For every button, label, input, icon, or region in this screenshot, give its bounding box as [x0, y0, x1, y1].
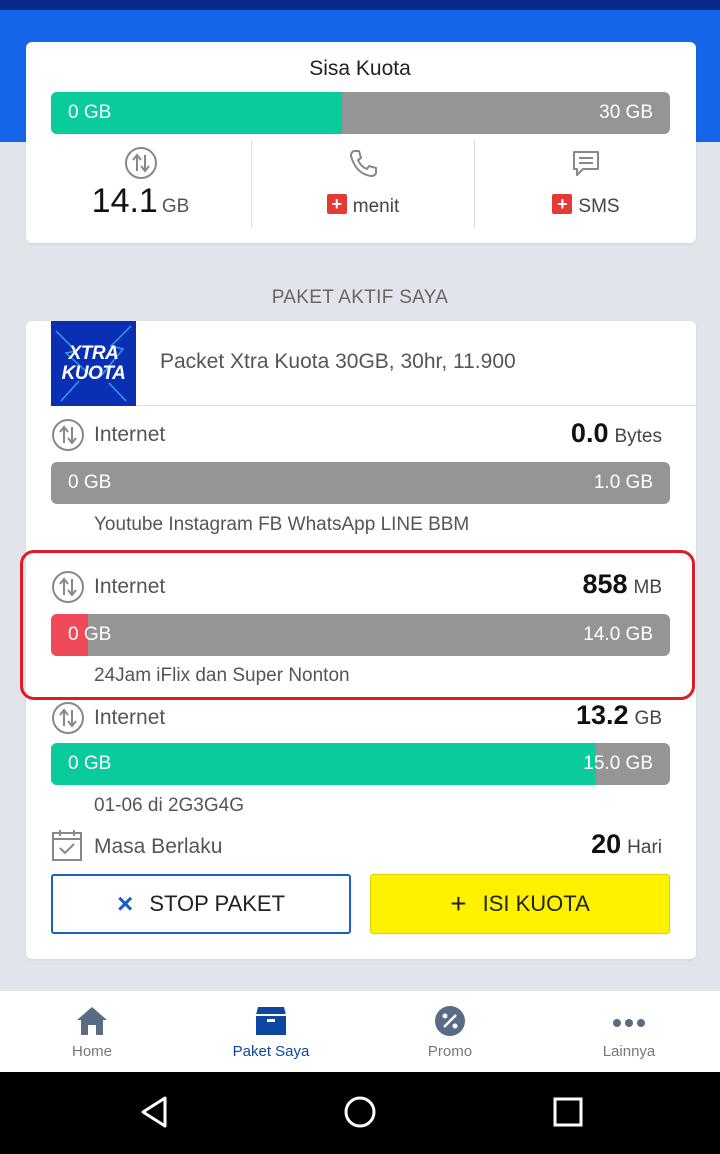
internet-value-number-1: 0.0 — [570, 418, 609, 448]
internet-label-1: Internet — [94, 423, 166, 446]
stop-package-button[interactable]: × STOP PAKET — [51, 874, 351, 934]
internet-value-1: 0.0 Bytes — [571, 418, 662, 449]
phone-icon — [350, 150, 377, 177]
nav-item-promo[interactable]: Promo — [360, 991, 540, 1073]
nav-label-home: Home — [71, 1043, 112, 1060]
home-icon — [77, 1007, 107, 1035]
nav-item-paket-saya[interactable]: Paket Saya — [181, 991, 361, 1073]
bottom-navigation: Home Paket Saya Promo Lainnya — [0, 990, 720, 1072]
top-up-quota-label: ISI KUOTA — [482, 891, 590, 916]
sms-stat[interactable]: + SMS — [474, 140, 697, 228]
bar-max-label-3: 15.0 GB — [583, 753, 653, 774]
internet-remaining-value: 14.1 — [91, 182, 158, 220]
internet-stat: 14.1 GB — [29, 140, 252, 228]
validity-unit: Hari — [627, 837, 662, 858]
xtra-kuota-logo: XTRA KUOTA — [51, 321, 136, 406]
data-transfer-icon — [52, 702, 84, 734]
sms-icon — [573, 151, 599, 176]
stop-package-label: STOP PAKET — [149, 891, 286, 916]
phone-stat[interactable]: + menit — [251, 140, 474, 228]
quota-bar-max: 30 GB — [599, 102, 653, 123]
promo-icon — [435, 1006, 465, 1036]
quota-bar-min: 0 GB — [68, 102, 112, 123]
logo-text-kuota: KUOTA — [61, 363, 126, 384]
nav-label-paket-saya: Paket Saya — [232, 1043, 310, 1060]
home-circle-icon[interactable] — [342, 1092, 378, 1132]
nav-item-home[interactable]: Home — [2, 991, 182, 1073]
package-name: Packet Xtra Kuota 30GB, 30hr, 11.900 — [160, 350, 516, 373]
validity-days: 20 — [591, 829, 622, 859]
status-bar — [0, 0, 720, 10]
nav-label-promo: Promo — [427, 1043, 473, 1060]
bar-max-label-1: 1.0 GB — [593, 472, 653, 493]
add-sms-badge[interactable]: + — [552, 194, 573, 214]
internet-remaining-unit: GB — [161, 196, 190, 217]
close-icon: × — [116, 888, 134, 919]
plus-icon: + — [450, 888, 467, 919]
highlight-annotation-box — [20, 550, 695, 700]
nav-item-lainnya[interactable]: Lainnya — [539, 991, 719, 1073]
add-minutes-badge[interactable]: + — [326, 194, 347, 214]
divider — [136, 405, 696, 406]
data-transfer-icon — [124, 147, 157, 179]
more-icon — [613, 1019, 645, 1027]
package-icon — [256, 1007, 286, 1035]
internet-value-3: 13.2 GB — [576, 700, 662, 731]
back-icon[interactable] — [137, 1092, 171, 1132]
logo-text-xtra: XTRA — [68, 343, 119, 364]
validity-value: 20 Hari — [591, 829, 662, 860]
internet-progress-bar-3: 0 GB 15.0 GB — [51, 743, 670, 785]
section-title: PAKET AKTIF SAYA — [271, 287, 449, 308]
recent-apps-icon[interactable] — [551, 1092, 585, 1132]
nav-label-lainnya: Lainnya — [602, 1043, 656, 1060]
system-navigation-bar — [0, 1072, 720, 1154]
internet-value-unit-3: GB — [634, 708, 662, 729]
data-transfer-icon — [52, 419, 84, 451]
calendar-icon — [52, 830, 82, 861]
sms-label: SMS — [578, 196, 620, 217]
internet-value-unit-1: Bytes — [614, 426, 662, 447]
bar-min-label-3: 0 GB — [68, 753, 112, 774]
quota-title: Sisa Kuota — [309, 57, 411, 80]
bar-min-label-1: 0 GB — [68, 472, 112, 493]
internet-note-1: Youtube Instagram FB WhatsApp LINE BBM — [94, 514, 470, 535]
internet-label-3: Internet — [94, 706, 166, 729]
internet-progress-fill-3 — [51, 743, 596, 785]
validity-label: Masa Berlaku — [94, 835, 223, 858]
quota-progress-bar: 0 GB 30 GB — [51, 92, 670, 134]
internet-value-number-3: 13.2 — [575, 700, 629, 730]
top-up-quota-button[interactable]: + ISI KUOTA — [370, 874, 670, 934]
internet-note-3: 01-06 di 2G3G4G — [94, 795, 244, 816]
minutes-label: menit — [352, 196, 400, 217]
internet-progress-bar-1: 0 GB 1.0 GB — [51, 462, 670, 504]
